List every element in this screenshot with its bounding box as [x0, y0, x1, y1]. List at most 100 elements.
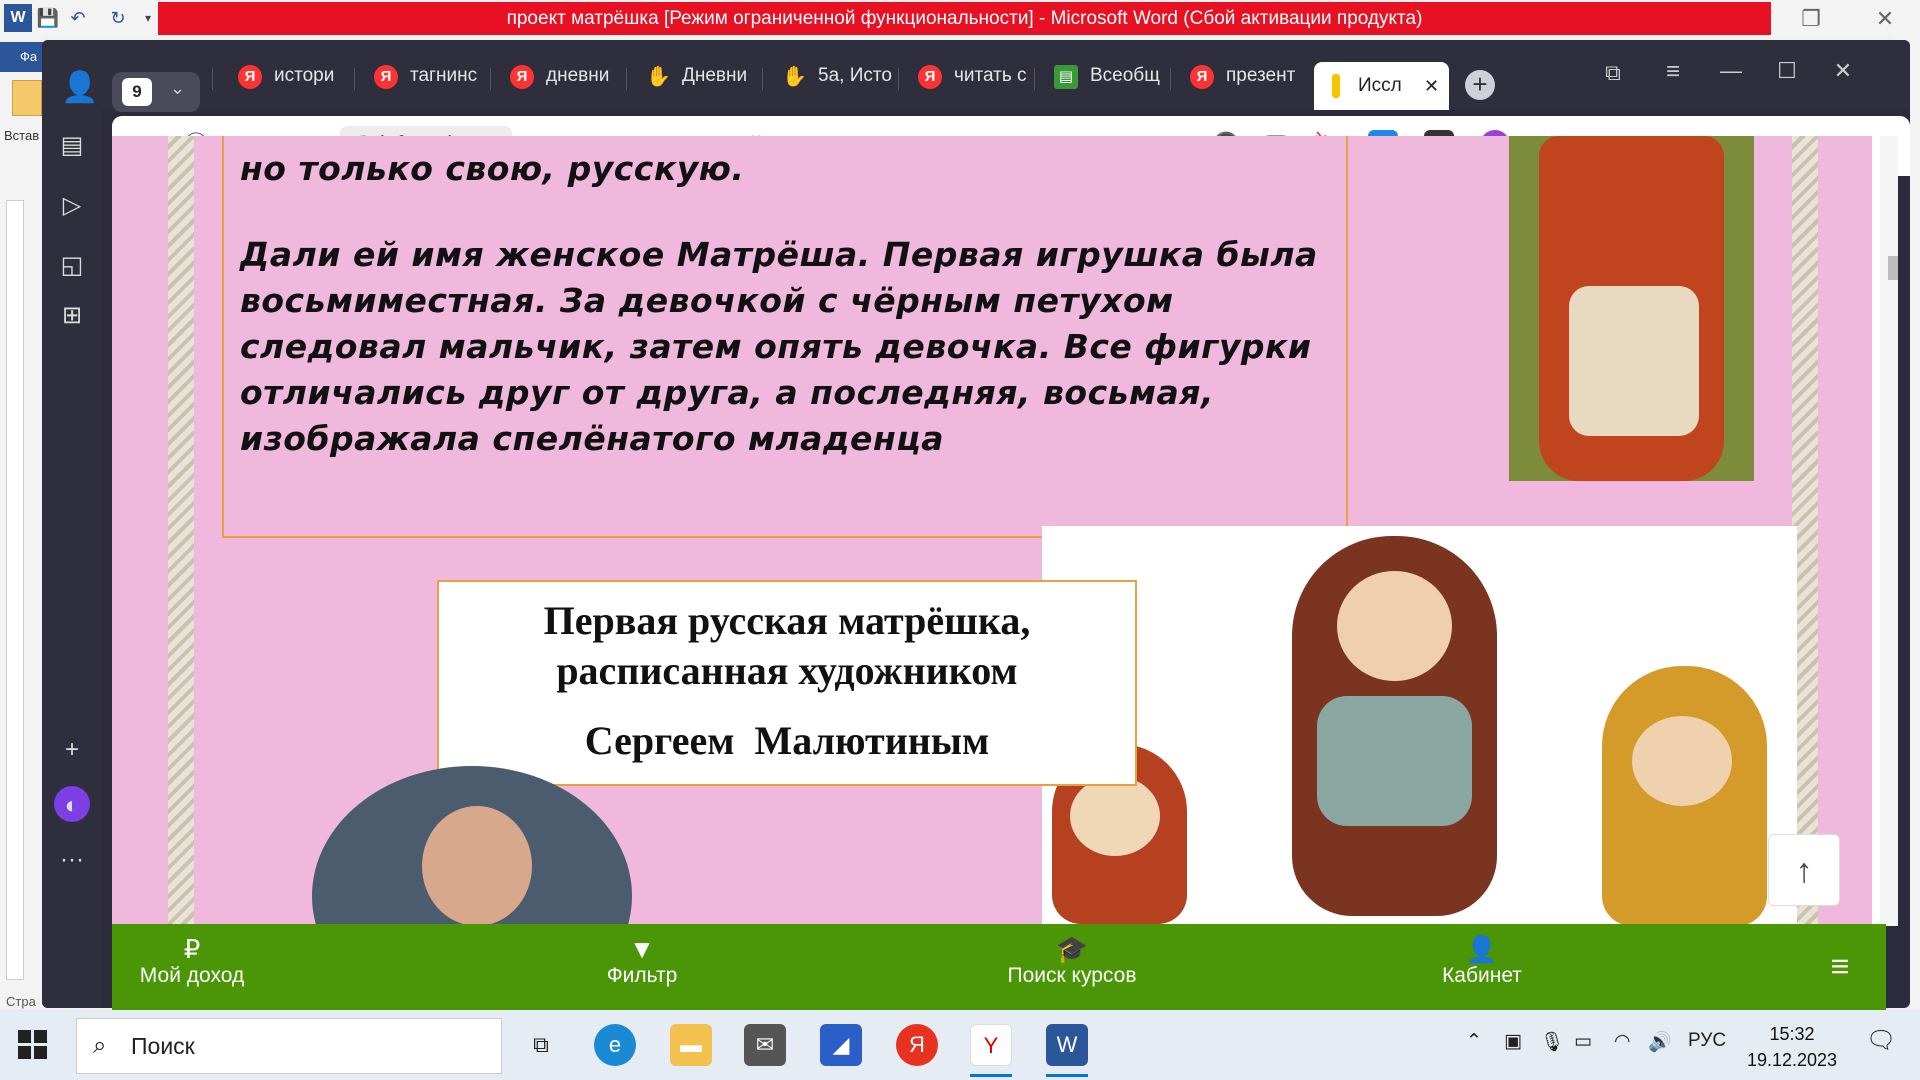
clock-time[interactable]: 15:32	[1757, 1024, 1827, 1045]
add-icon[interactable]: +	[52, 730, 92, 770]
matryoshka-medium-face	[1632, 716, 1732, 806]
nav-label: Фильтр	[606, 964, 678, 987]
page-content: но только свою, русскую. Дали ей имя жен…	[112, 136, 1898, 926]
book-icon: ▤	[1054, 65, 1078, 89]
input-language[interactable]: РУС	[1688, 1030, 1726, 1052]
new-tab-button[interactable]: +	[1465, 70, 1495, 100]
tab-label: 5а, Исто	[818, 65, 892, 86]
malyutin-portrait	[312, 766, 632, 926]
nav-label: Кабинет	[1442, 964, 1522, 987]
redo-icon[interactable]: ↻	[104, 4, 132, 32]
matryoshka-face	[1337, 571, 1452, 681]
filter-icon: ▼	[629, 934, 655, 964]
matryoshka-image-top	[1509, 136, 1754, 481]
tab-divider	[1034, 68, 1035, 90]
matryoshka-small-face	[1070, 776, 1160, 856]
mail-icon[interactable]: ✉	[744, 1024, 786, 1066]
more-icon[interactable]: ···	[52, 840, 92, 880]
maximize-icon[interactable]: ☐	[1772, 58, 1802, 88]
matryoshka-photo	[1042, 526, 1797, 926]
nav-course-search[interactable]: 🎓 Поиск курсов	[962, 924, 1182, 1010]
tab-label: Всеобщ	[1090, 65, 1160, 86]
text-box: но только свою, русскую. Дали ей имя жен…	[222, 136, 1348, 538]
clock-date[interactable]: 19.12.2023	[1742, 1050, 1842, 1071]
hamburger-menu-icon[interactable]: ≡	[1822, 948, 1858, 984]
save-icon[interactable]: 💾	[34, 4, 62, 32]
status-page: Стра	[6, 994, 36, 1009]
paste-icon[interactable]	[12, 80, 42, 116]
tab-count: 9	[122, 78, 152, 106]
caption-line-3: Сергеем Малютиным	[584, 718, 990, 763]
profile-icon[interactable]: 👤	[60, 70, 100, 110]
paragraph-line-3: следовал мальчик, затем опять девочка. В…	[240, 327, 1312, 366]
tab-1[interactable]: Яистори	[228, 56, 350, 96]
tab-label: дневни	[546, 65, 610, 86]
tab-4[interactable]: ✋ Дневни	[636, 56, 758, 96]
wifi-icon[interactable]: ◠	[1614, 1030, 1631, 1053]
word-taskbar-icon[interactable]: W	[1046, 1024, 1088, 1066]
yandex-icon: Я	[510, 65, 534, 89]
scroll-to-top-button[interactable]: ↑	[1768, 834, 1840, 906]
tab-5[interactable]: ✋ 5а, Исто	[772, 56, 894, 96]
notes-icon[interactable]: ▤	[52, 126, 92, 166]
tab-7[interactable]: ▤ Всеобщ	[1044, 56, 1166, 96]
word-titlebar: W 💾 ↶ ↻ ▾ проект матрёшка [Режим огранич…	[0, 0, 1920, 38]
nav-label: Мой доход	[139, 964, 245, 987]
search-icon: ⌕	[93, 1032, 107, 1059]
edge-icon[interactable]: e	[594, 1024, 636, 1066]
slide: но только свою, русскую. Дали ей имя жен…	[112, 136, 1872, 926]
alice-icon[interactable]: ◐	[54, 786, 90, 822]
close-tab-icon[interactable]: ✕	[1424, 62, 1439, 110]
notifications-icon[interactable]: 🗨	[1866, 1026, 1896, 1055]
tab-divider	[898, 68, 899, 90]
undo-icon[interactable]: ↶	[64, 4, 92, 32]
paragraph-top: но только свою, русскую.	[240, 149, 745, 188]
screenshot-icon[interactable]: ◱	[52, 246, 92, 286]
close-window-icon[interactable]: ✕	[1828, 58, 1858, 88]
tab-3[interactable]: Ядневни	[500, 56, 622, 96]
app-icon[interactable]: ◢	[820, 1024, 862, 1066]
microphone-icon[interactable]: 🎙	[1540, 1030, 1564, 1054]
bottom-nav: ₽ Мой доход ▼ Фильтр 🎓 Поиск курсов 👤 Ка…	[112, 924, 1886, 1010]
task-view-icon[interactable]: ⧉	[520, 1024, 562, 1066]
meet-icon[interactable]: ▣	[1504, 1030, 1522, 1053]
tab-label: Дневни	[682, 65, 748, 86]
nav-cabinet[interactable]: 👤 Кабинет	[1402, 924, 1562, 1010]
yandex-icon[interactable]: Я	[896, 1024, 938, 1066]
word-app-icon[interactable]: W	[4, 4, 32, 32]
tab-8[interactable]: Япрезент	[1180, 56, 1304, 96]
taskbar-search[interactable]: ⌕ Поиск	[76, 1018, 502, 1074]
apps-grid-icon[interactable]: ⊞	[52, 296, 92, 336]
page-scrollbar[interactable]	[1880, 136, 1898, 926]
volume-icon[interactable]: 🔊	[1648, 1030, 1672, 1054]
tab-2[interactable]: Ятагнинс	[364, 56, 486, 96]
paragraph-line-1: Дали ей имя женское Матрёша. Первая игру…	[240, 235, 1318, 274]
active-indicator	[970, 1074, 1012, 1077]
tab-active[interactable]: Иссл ✕	[1314, 62, 1449, 110]
browser-sidebar: ▤ ▷ ◱ ⊞ + ◐ ···	[42, 110, 102, 1008]
battery-icon[interactable]: ▭	[1574, 1030, 1592, 1053]
word-close-button[interactable]: ✕	[1860, 4, 1910, 34]
hand-icon: ✋	[782, 66, 807, 88]
tab-divider	[762, 68, 763, 90]
caption-box: Первая русская матрёшка, расписанная худ…	[437, 580, 1137, 786]
yandex-icon: Я	[1190, 65, 1214, 89]
play-icon[interactable]: ▷	[52, 186, 92, 226]
tab-6[interactable]: Ячитать с	[908, 56, 1030, 96]
file-explorer-icon[interactable]: ▬	[670, 1024, 712, 1066]
nav-my-income[interactable]: ₽ Мой доход	[112, 924, 272, 1010]
menu-icon[interactable]: ≡	[1658, 58, 1688, 88]
word-restore-button[interactable]: ❐	[1786, 4, 1836, 34]
yandex-browser-icon[interactable]: Y	[970, 1024, 1012, 1066]
tab-label: Иссл	[1358, 75, 1402, 96]
collections-icon[interactable]: ⧉	[1598, 60, 1628, 90]
search-placeholder: Поиск	[131, 1033, 195, 1059]
tab-divider	[354, 68, 355, 90]
nav-filter[interactable]: ▼ Фильтр	[562, 924, 722, 1010]
minimize-icon[interactable]: —	[1716, 58, 1746, 88]
paragraph-line-5: изображала спелёнатого младенца	[240, 419, 944, 458]
windows-start-icon[interactable]	[18, 1030, 48, 1060]
yandex-icon: Я	[374, 65, 398, 89]
page-scrollbar-thumb[interactable]	[1888, 256, 1898, 280]
tray-chevron-icon[interactable]: ⌃	[1466, 1030, 1482, 1053]
